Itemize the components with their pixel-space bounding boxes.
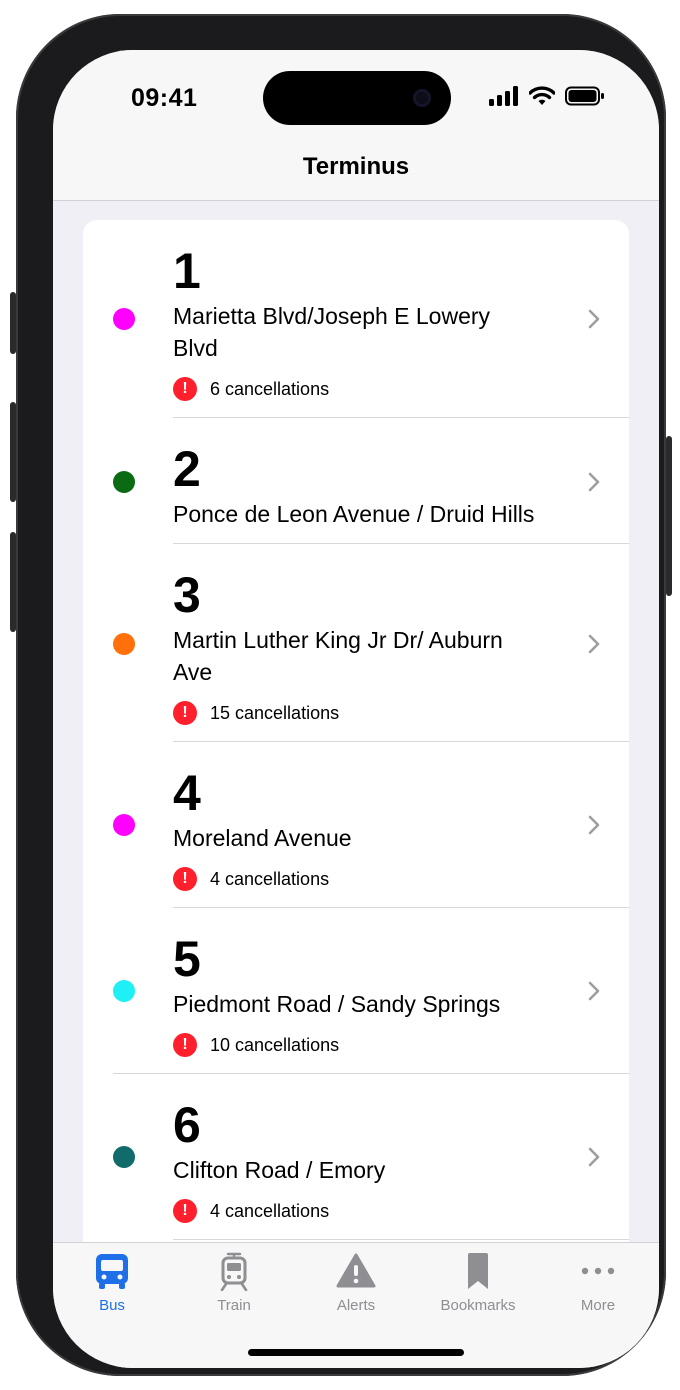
tab-label: Bus xyxy=(99,1297,125,1314)
row-divider xyxy=(173,1239,629,1240)
route-number: 5 xyxy=(173,931,201,987)
route-alert: ! 15 cancellations xyxy=(173,701,339,725)
volume-up-button xyxy=(10,402,16,502)
route-name: Ponce de Leon Avenue / Druid Hills xyxy=(173,501,535,527)
page-title: Terminus xyxy=(302,153,410,180)
cancellations-label: 6 cancellations xyxy=(210,378,330,399)
route-color-dot xyxy=(113,1146,135,1168)
route-alert: ! 4 cancellations xyxy=(173,1199,329,1223)
alert-circle-icon: ! xyxy=(173,1199,197,1223)
home-indicator[interactable] xyxy=(248,1349,464,1356)
tab-train[interactable]: Train xyxy=(179,1251,289,1314)
route-row-1[interactable]: 1 Marietta Blvd/Joseph E Lowery Blvd ! 6… xyxy=(83,220,629,418)
route-name: Piedmont Road / Sandy Springs xyxy=(173,991,501,1017)
alert-circle-icon: ! xyxy=(173,701,197,725)
navigation-bar: 09:41 Terminus xyxy=(53,50,659,201)
more-icon xyxy=(581,1267,615,1275)
route-number: 1 xyxy=(173,243,201,299)
route-number: 6 xyxy=(173,1097,201,1153)
phone-frame: 09:41 Terminus 1 Marietta Blvd/Joseph E … xyxy=(10,14,672,1376)
chevron-right-icon xyxy=(588,472,600,492)
tab-bookmarks[interactable]: Bookmarks xyxy=(423,1251,533,1314)
route-row-3[interactable]: 3 Martin Luther King Jr Dr/ Auburn Ave !… xyxy=(83,544,629,742)
route-alert: ! 10 cancellations xyxy=(173,1033,339,1057)
route-number: 2 xyxy=(173,441,201,497)
route-number: 3 xyxy=(173,567,201,623)
volume-down-button xyxy=(10,532,16,632)
chevron-right-icon xyxy=(588,1147,600,1167)
route-row-4[interactable]: 4 Moreland Avenue ! 4 cancellations xyxy=(83,742,629,908)
tab-bus[interactable]: Bus xyxy=(57,1251,167,1314)
route-row-2[interactable]: 2 Ponce de Leon Avenue / Druid Hills xyxy=(83,418,629,544)
route-alert: ! 6 cancellations xyxy=(173,377,329,401)
route-name: Moreland Avenue xyxy=(173,825,352,851)
tab-label: More xyxy=(580,1297,616,1314)
route-list: 1 Marietta Blvd/Joseph E Lowery Blvd ! 6… xyxy=(83,220,629,1260)
cancellations-label: 15 cancellations xyxy=(210,702,340,723)
status-icons xyxy=(489,86,605,106)
alert-circle-icon: ! xyxy=(173,1033,197,1057)
dynamic-island xyxy=(263,71,451,125)
cancellations-label: 4 cancellations xyxy=(210,868,330,889)
route-row-5[interactable]: 5 Piedmont Road / Sandy Springs ! 10 can… xyxy=(83,908,629,1074)
tab-label: Train xyxy=(217,1297,251,1314)
cancellations-label: 4 cancellations xyxy=(210,1200,330,1221)
bookmark-icon xyxy=(468,1253,488,1289)
status-time: 09:41 xyxy=(131,84,198,112)
alert-circle-icon: ! xyxy=(173,377,197,401)
route-row-6[interactable]: 6 Clifton Road / Emory ! 4 cancellations xyxy=(83,1074,629,1240)
camera-icon xyxy=(413,89,431,107)
chevron-right-icon xyxy=(588,309,600,329)
route-color-dot xyxy=(113,980,135,1002)
tab-label: Bookmarks xyxy=(440,1297,516,1314)
battery-icon xyxy=(565,86,604,106)
route-name: Marietta Blvd/Joseph E Lowery Blvd xyxy=(173,303,491,361)
chevron-right-icon xyxy=(588,634,600,654)
bus-icon xyxy=(96,1254,128,1289)
tab-alerts[interactable]: Alerts xyxy=(301,1251,411,1314)
route-color-dot xyxy=(113,471,135,493)
chevron-right-icon xyxy=(588,981,600,1001)
tab-label: Alerts xyxy=(336,1297,376,1314)
route-color-dot xyxy=(113,633,135,655)
route-name: Clifton Road / Emory xyxy=(173,1157,386,1183)
train-icon xyxy=(220,1252,248,1291)
cancellations-label: 10 cancellations xyxy=(210,1034,340,1055)
route-number: 4 xyxy=(173,765,201,821)
chevron-right-icon xyxy=(588,815,600,835)
cellular-signal-icon xyxy=(489,86,518,106)
route-color-dot xyxy=(113,814,135,836)
route-name: Martin Luther King Jr Dr/ Auburn Ave xyxy=(173,627,503,685)
tab-more[interactable]: More xyxy=(543,1251,653,1314)
warning-icon xyxy=(336,1253,376,1288)
action-button xyxy=(10,292,16,354)
route-color-dot xyxy=(113,308,135,330)
wifi-icon xyxy=(529,86,555,105)
screen: 09:41 Terminus 1 Marietta Blvd/Joseph E … xyxy=(53,50,659,1368)
alert-circle-icon: ! xyxy=(173,867,197,891)
route-alert: ! 4 cancellations xyxy=(173,867,329,891)
power-button xyxy=(666,436,672,596)
